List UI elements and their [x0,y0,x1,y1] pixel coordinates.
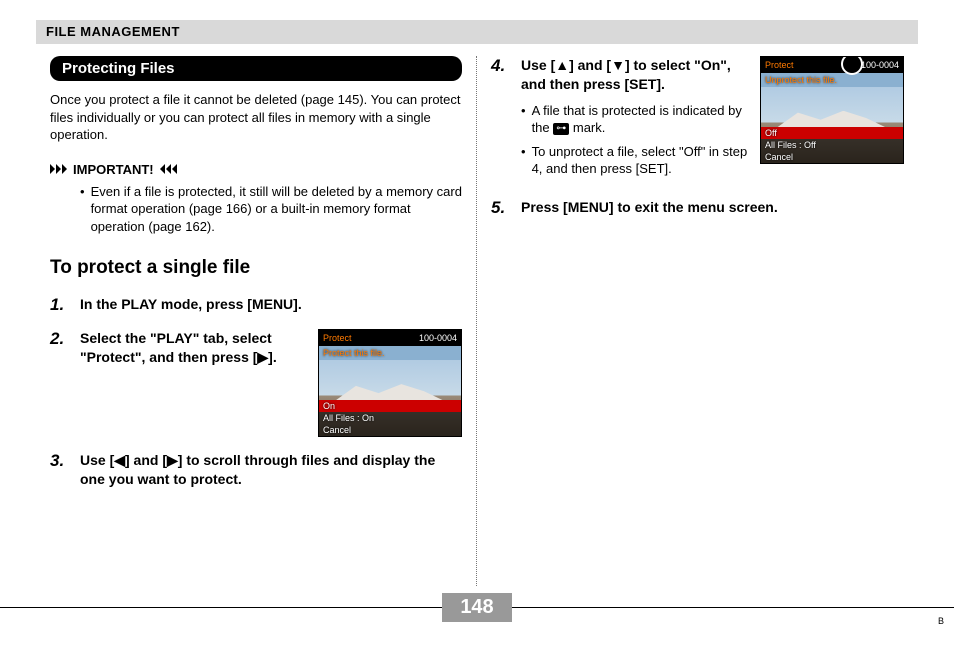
step-3: 3. Use [◀] and [▶] to scroll through fil… [50,451,462,489]
chevron-left-icon [160,164,177,174]
two-column-layout: Protecting Files Once you protect a file… [36,56,918,586]
steps-list-right: 4. Use [▲] and [▼] to select "On", and t… [491,56,904,218]
thumb-title: Protect [765,60,794,70]
camera-screen-thumbnail-2: Protect 100-0004 Unprotect this file. Of… [760,56,904,164]
sub-text-b: mark. [573,120,606,135]
step-text: In the PLAY mode, press [MENU]. [80,295,462,314]
subheading: To protect a single file [50,257,462,279]
menu-item: All Files : On [319,412,461,424]
right-column: 4. Use [▲] and [▼] to select "On", and t… [477,56,918,586]
menu-item: Cancel [761,151,903,163]
thumb-counter: 100-0004 [861,60,899,70]
thumb-menu: Off All Files : Off Cancel [761,127,903,163]
step-sublist: A file that is protected is indicated by… [521,102,750,178]
step-number: 2. [50,329,70,437]
footer-rule [512,607,954,608]
camera-screen-thumbnail-1: Protect 100-0004 Protect this file. On A… [318,329,462,437]
step-5: 5. Press [MENU] to exit the menu screen. [491,198,904,218]
sub-bullet: A file that is protected is indicated by… [521,102,750,137]
menu-item-highlighted: Off [761,127,903,139]
sub-bullet: To unprotect a file, select "Off" in ste… [521,143,750,178]
step-text: Use [▲] and [▼] to select "On", and then… [521,56,750,94]
menu-item: Cancel [319,424,461,436]
footer-rule [0,607,442,608]
step-1: 1. In the PLAY mode, press [MENU]. [50,295,462,315]
thumb-subtitle: Protect this file. [319,346,461,360]
chevron-right-icon [50,164,67,174]
thumb-menu: On All Files : On Cancel [319,400,461,436]
important-text: Even if a file is protected, it still wi… [91,183,462,236]
sub-text: To unprotect a file, select "Off" in ste… [532,143,750,178]
left-column: Protecting Files Once you protect a file… [36,56,477,586]
menu-item: All Files : Off [761,139,903,151]
page-footer: 148 [0,593,954,622]
step-2: 2. Select the "PLAY" tab, select "Protec… [50,329,462,437]
steps-list: 1. In the PLAY mode, press [MENU]. 2. Se… [50,295,462,489]
step-4: 4. Use [▲] and [▼] to select "On", and t… [491,56,904,184]
important-heading: IMPORTANT! [50,162,462,177]
step-text: Use [◀] and [▶] to scroll through files … [80,451,462,489]
thumbnail-header: Protect 100-0004 [761,57,903,73]
step-text: Select the "PLAY" tab, select "Protect",… [80,329,308,367]
section-title: Protecting Files [50,56,462,81]
step-number: 1. [50,295,70,315]
important-body: Even if a file is protected, it still wi… [50,183,462,236]
important-label: IMPORTANT! [73,162,154,177]
page-number: 148 [442,593,511,622]
step-number: 5. [491,198,511,218]
thumb-subtitle: Unprotect this file. [761,73,903,87]
key-icon: ⊶ [553,123,569,135]
step-number: 3. [50,451,70,489]
thumbnail-header: Protect 100-0004 [319,330,461,346]
menu-item-highlighted: On [319,400,461,412]
corner-mark: B [938,616,944,626]
manual-page: FILE MANAGEMENT Protecting Files Once yo… [0,0,954,646]
thumb-title: Protect [323,333,352,343]
step-number: 4. [491,56,511,184]
section-header: FILE MANAGEMENT [36,20,918,44]
intro-paragraph: Once you protect a file it cannot be del… [50,91,462,144]
thumb-counter: 100-0004 [419,333,457,343]
step-text: Press [MENU] to exit the menu screen. [521,198,904,217]
